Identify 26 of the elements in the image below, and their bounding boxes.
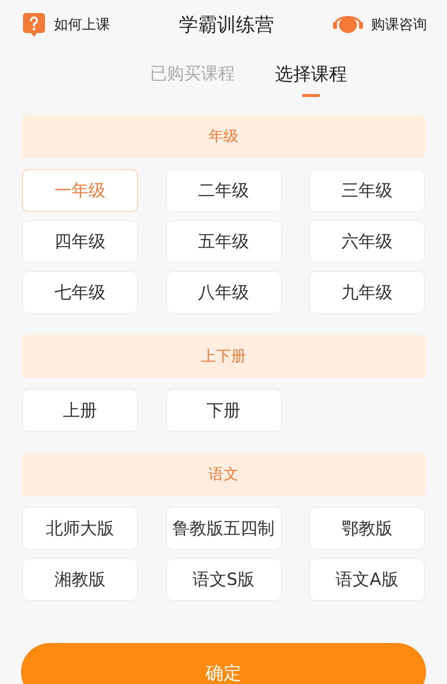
option-button[interactable]: 七年级	[22, 271, 138, 314]
option-button[interactable]: 下册	[166, 389, 282, 432]
option-button[interactable]: 鄂教版	[309, 507, 425, 550]
help-icon[interactable]	[22, 12, 46, 38]
option-button[interactable]: 语文A版	[309, 558, 425, 601]
option-button[interactable]: 六年级	[309, 220, 425, 263]
section-header: 年级	[22, 115, 425, 158]
headset-icon[interactable]	[333, 15, 363, 35]
option-button[interactable]: 四年级	[22, 220, 138, 263]
section-header: 语文	[22, 453, 425, 496]
option-button[interactable]: 三年级	[309, 169, 425, 212]
option-button[interactable]: 上册	[22, 389, 138, 432]
option-button[interactable]: 九年级	[309, 271, 425, 314]
help-link[interactable]: 如何上课	[54, 16, 110, 34]
option-button[interactable]: 八年级	[166, 271, 282, 314]
tab-indicator	[302, 94, 320, 97]
option-button[interactable]: 北师大版	[22, 507, 138, 550]
page-title: 学霸训练营	[179, 13, 274, 38]
option-button[interactable]: 二年级	[166, 169, 282, 212]
section-header: 上下册	[22, 335, 425, 378]
consult-link[interactable]: 购课咨询	[371, 16, 427, 34]
tab[interactable]: 选择课程	[275, 62, 347, 86]
option-button[interactable]: 五年级	[166, 220, 282, 263]
option-button[interactable]: 鲁教版五四制	[166, 507, 282, 550]
option-button[interactable]: 语文S版	[166, 558, 282, 601]
option-button[interactable]: 湘教版	[22, 558, 138, 601]
